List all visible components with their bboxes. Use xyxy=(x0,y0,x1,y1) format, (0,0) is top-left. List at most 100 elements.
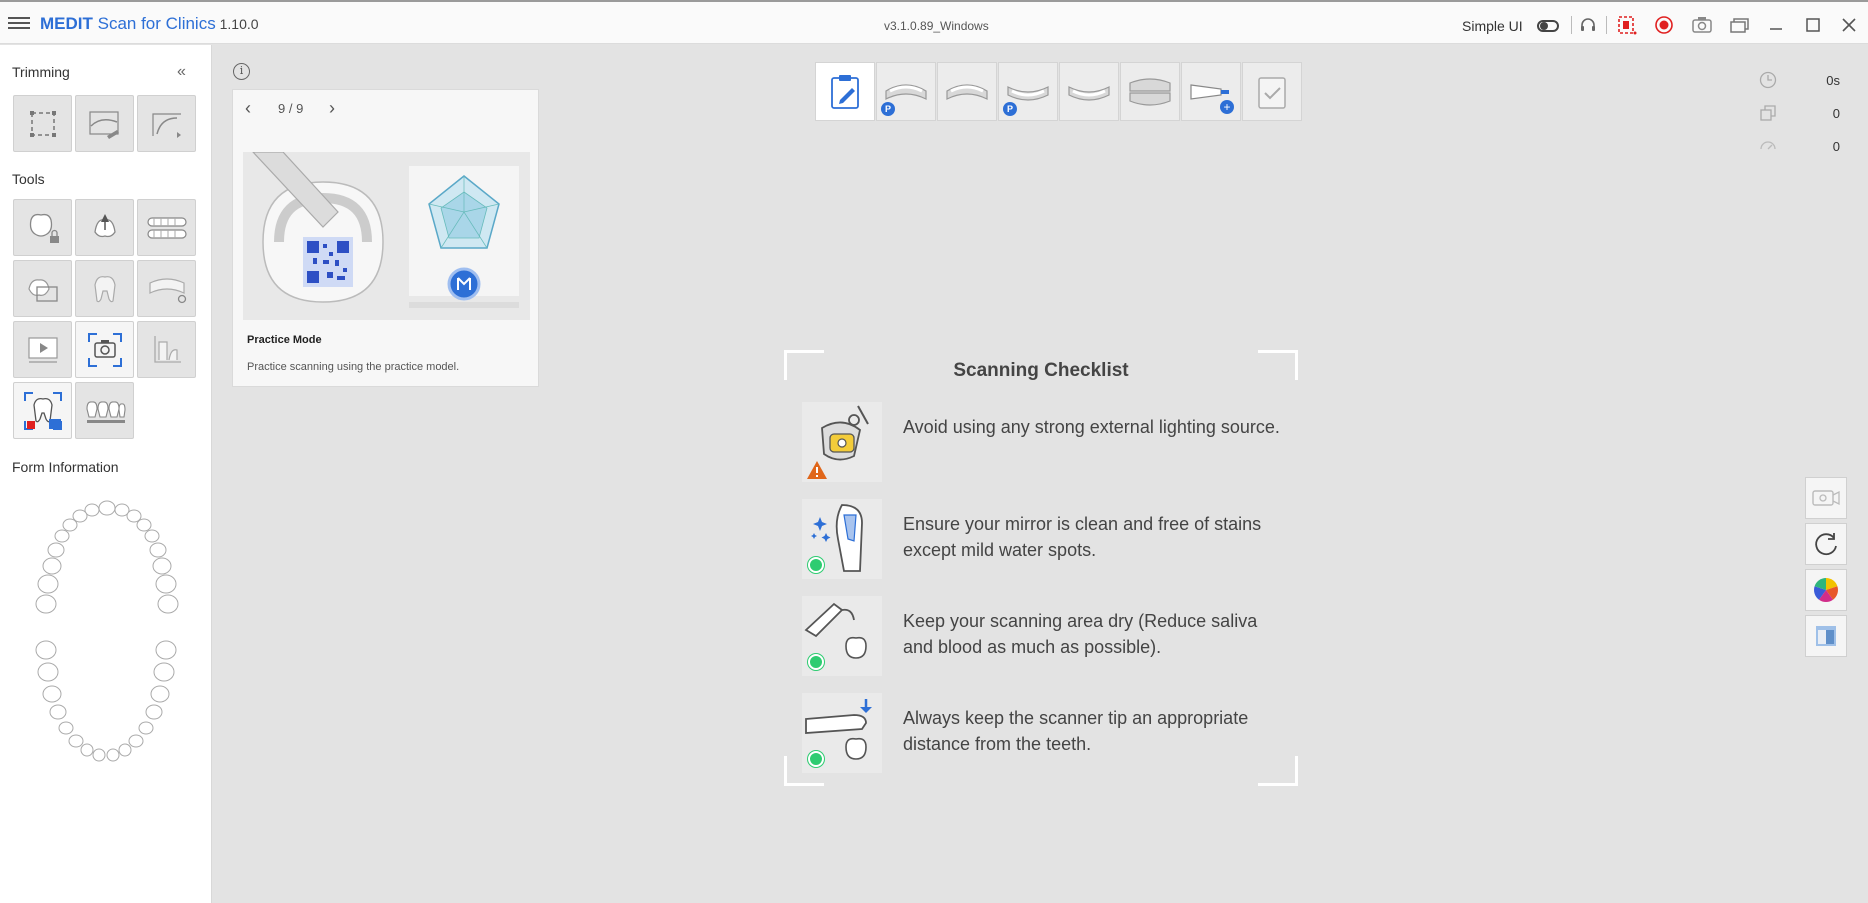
add-icon: + xyxy=(1220,100,1234,114)
color-wheel-icon xyxy=(1814,578,1838,602)
tooth-lock-icon xyxy=(29,213,59,243)
practice-mode-card[interactable]: ‹ 9 / 9 › Practice Mode Practice scannin… xyxy=(232,89,539,387)
arch-view-button[interactable] xyxy=(137,199,196,256)
collapse-sidebar-icon[interactable]: « xyxy=(177,63,186,81)
tooth-select-button[interactable] xyxy=(75,199,134,256)
camera-icon[interactable] xyxy=(1691,14,1713,36)
margin-line-button[interactable] xyxy=(75,260,134,317)
screenshot-button[interactable] xyxy=(75,321,134,378)
divider xyxy=(1606,16,1607,34)
third-stat-value: 0 xyxy=(1832,139,1840,154)
maximize-icon[interactable] xyxy=(1802,14,1824,36)
checklist-item: Avoid using any strong external lighting… xyxy=(802,402,1282,482)
headset-support-icon[interactable] xyxy=(1577,14,1599,36)
lasso-trim-button[interactable] xyxy=(75,95,134,152)
ok-status-icon xyxy=(808,751,824,767)
stage-form-info[interactable] xyxy=(815,62,875,121)
dental-arch-icon xyxy=(146,216,187,239)
rotate-button[interactable] xyxy=(1805,523,1847,565)
build-version: v3.1.0.89_Windows xyxy=(884,19,989,33)
ok-status-icon xyxy=(808,654,824,670)
practice-mode-illustration xyxy=(243,152,530,320)
measure-button[interactable] xyxy=(137,321,196,378)
texture-view-button[interactable] xyxy=(1805,615,1847,657)
scan-time-value: 0s xyxy=(1826,73,1840,88)
teeth-library-button[interactable] xyxy=(75,382,134,439)
brand-name: MEDIT xyxy=(40,14,93,33)
info-icon[interactable]: i xyxy=(233,63,250,80)
maxilla-icon xyxy=(946,83,988,100)
screen-capture-icon[interactable] xyxy=(1616,14,1638,36)
stage-add-scan[interactable]: + xyxy=(1181,62,1241,121)
mandible-icon xyxy=(1068,85,1110,101)
divider xyxy=(1571,16,1572,34)
scanning-checklist: Scanning Checklist Avoid using any stron… xyxy=(784,350,1298,786)
teeth-row-icon xyxy=(85,400,126,423)
checklist-item-text: Ensure your mirror is clean and free of … xyxy=(903,514,1262,560)
stage-maxilla[interactable]: P xyxy=(876,62,936,121)
occlusion-icon xyxy=(1129,77,1171,106)
trimming-section-label: Trimming xyxy=(12,64,70,80)
window-switch-icon[interactable] xyxy=(1728,14,1750,36)
rotate-icon xyxy=(1815,533,1837,556)
cube-view-icon xyxy=(1816,626,1836,646)
stage-mandible[interactable]: P xyxy=(998,62,1058,121)
lock-tooth-button[interactable] xyxy=(13,199,72,256)
external-light-illustration xyxy=(802,402,882,482)
app-title: MEDIT Scan for Clinics 1.10.0 xyxy=(40,14,259,34)
tooth-select-icon xyxy=(93,213,116,237)
plane-trim-button[interactable] xyxy=(137,95,196,152)
simple-ui-toggle[interactable] xyxy=(1537,20,1559,32)
scanner-distance-illustration xyxy=(802,693,882,773)
lasso-trim-icon xyxy=(88,110,119,139)
play-screen-icon xyxy=(27,336,58,363)
minimize-icon[interactable] xyxy=(1765,14,1787,36)
scan-stage-bar: P P + xyxy=(815,62,1302,122)
stage-complete[interactable] xyxy=(1242,62,1302,121)
simple-ui-label: Simple UI xyxy=(1462,18,1523,34)
play-video-button[interactable] xyxy=(13,321,72,378)
arch-gear-icon xyxy=(148,277,186,303)
compare-data-button[interactable] xyxy=(13,260,72,317)
card-description: Practice scanning using the practice mod… xyxy=(247,361,460,373)
warning-icon xyxy=(807,461,827,479)
chevron-left-icon[interactable]: ‹ xyxy=(245,98,251,119)
app-name: Scan for Clinics xyxy=(92,14,216,33)
arch-settings-button[interactable] xyxy=(137,260,196,317)
tooth-chart[interactable] xyxy=(22,498,192,770)
mirror-illustration xyxy=(802,499,882,579)
shot-count-value: 0 xyxy=(1832,106,1840,121)
stage-maxilla-2[interactable] xyxy=(937,62,997,121)
ok-status-icon xyxy=(808,557,824,573)
close-icon[interactable] xyxy=(1838,14,1860,36)
overlay-compare-icon xyxy=(27,278,58,302)
pre-op-badge: P xyxy=(881,102,895,116)
plane-trim-icon xyxy=(151,112,181,138)
screenshot-capture-icon xyxy=(87,332,122,367)
tooth-outline-icon xyxy=(93,275,116,302)
video-camera-icon xyxy=(1812,490,1840,506)
title-bar: MEDIT Scan for Clinics 1.10.0 v3.1.0.89_… xyxy=(0,0,1868,44)
checklist-item: Ensure your mirror is clean and free of … xyxy=(802,499,1282,579)
checklist-item: Keep your scanning area dry (Reduce sali… xyxy=(802,596,1282,676)
box-select-trim-button[interactable] xyxy=(13,95,72,152)
checklist-item: Always keep the scanner tip an appropria… xyxy=(802,693,1282,773)
pre-op-badge: P xyxy=(1003,102,1017,116)
tooth-form-button[interactable] xyxy=(13,382,72,439)
dry-area-illustration xyxy=(802,596,882,676)
clock-icon xyxy=(1758,70,1778,90)
form-information-section-label: Form Information xyxy=(12,459,119,475)
gauge-icon xyxy=(1758,136,1778,156)
video-camera-button[interactable] xyxy=(1805,477,1847,519)
hamburger-menu-icon[interactable] xyxy=(8,14,30,32)
checklist-title: Scanning Checklist xyxy=(953,360,1129,381)
color-mode-button[interactable] xyxy=(1805,569,1847,611)
left-sidebar: Trimming « Tools Form Information xyxy=(0,45,212,903)
card-pager: 9 / 9 xyxy=(278,101,304,116)
chevron-right-icon[interactable]: › xyxy=(329,98,335,119)
stage-occlusion[interactable] xyxy=(1120,62,1180,121)
tools-section-label: Tools xyxy=(12,171,45,187)
stage-mandible-2[interactable] xyxy=(1059,62,1119,121)
record-icon[interactable] xyxy=(1653,14,1675,36)
app-version: 1.10.0 xyxy=(215,16,259,32)
